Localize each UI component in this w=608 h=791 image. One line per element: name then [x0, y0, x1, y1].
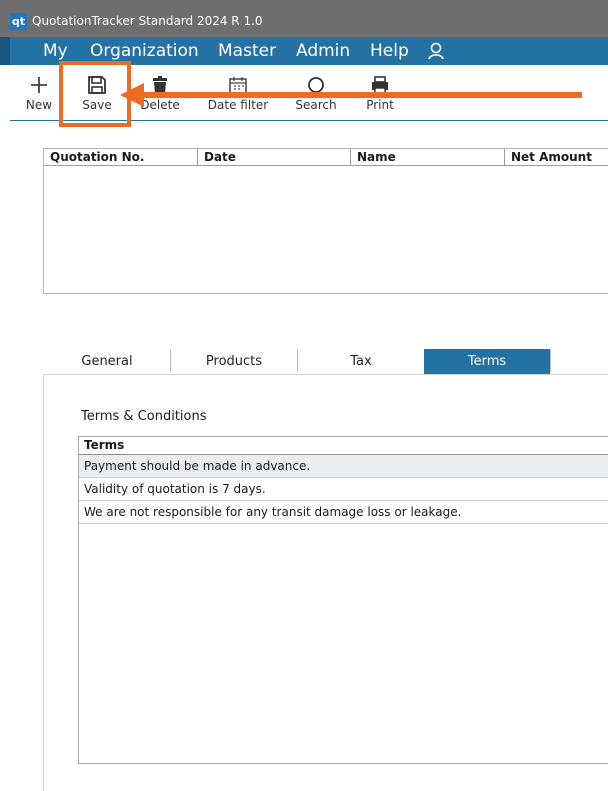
tab-panel-border [43, 374, 44, 791]
terms-table[interactable]: Terms Payment should be made in advance.… [78, 436, 608, 764]
terms-caption: Terms & Conditions [81, 409, 207, 424]
column-header-date[interactable]: Date [197, 149, 350, 166]
terms-row[interactable]: Payment should be made in advance. [79, 455, 608, 478]
menu-bar-edge [0, 37, 10, 65]
plus-icon [31, 77, 47, 93]
menu-admin[interactable]: Admin [296, 40, 350, 62]
tab-terms[interactable]: Terms [424, 349, 550, 374]
menu-master[interactable]: Master [218, 40, 276, 62]
app-logo: qt [10, 13, 27, 30]
annotation-arrow-icon [120, 83, 582, 107]
menu-help[interactable]: Help [370, 40, 409, 62]
user-icon[interactable] [428, 40, 444, 62]
tab-products[interactable]: Products [171, 349, 297, 374]
terms-row[interactable]: Validity of quotation is 7 days. [79, 478, 608, 501]
new-button[interactable]: New [22, 65, 56, 121]
new-label: New [25, 98, 53, 112]
column-header-name[interactable]: Name [350, 149, 504, 166]
terms-column-header[interactable]: Terms [79, 437, 608, 455]
window-title: QuotationTracker Standard 2024 R 1.0 [32, 14, 263, 28]
column-header-net-amount[interactable]: Net Amount [504, 149, 608, 166]
tab-divider [550, 350, 551, 372]
menu-organization[interactable]: Organization [90, 40, 199, 62]
tab-tax[interactable]: Tax [298, 349, 424, 374]
quotation-grid[interactable]: Quotation No. Date Name Net Amount [43, 148, 608, 294]
menu-my[interactable]: My [43, 40, 68, 62]
column-header-quotation-no[interactable]: Quotation No. [44, 149, 197, 166]
tab-panel-border [43, 374, 608, 375]
terms-row[interactable]: We are not responsible for any transit d… [79, 501, 608, 524]
title-bar: qt QuotationTracker Standard 2024 R 1.0 [0, 0, 608, 37]
tab-general[interactable]: General [44, 349, 170, 374]
